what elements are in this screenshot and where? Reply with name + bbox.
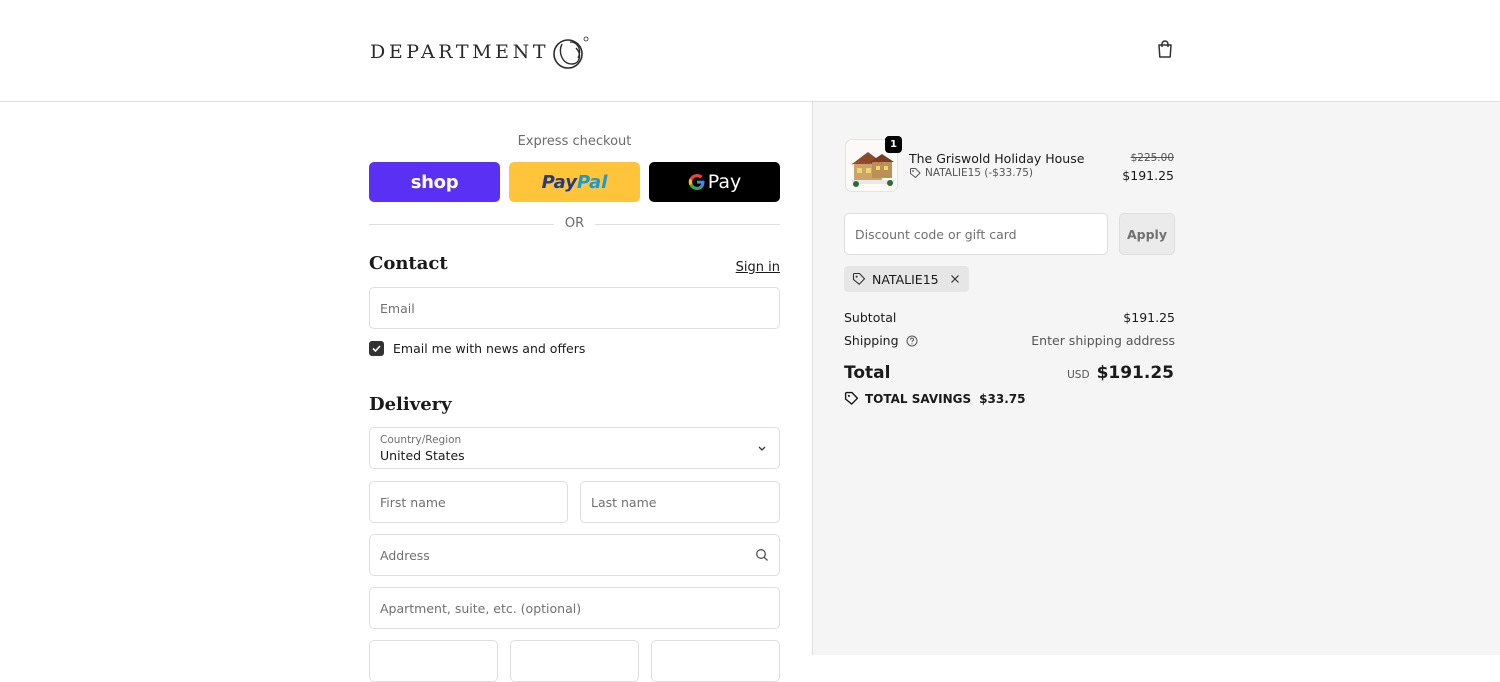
discount-code-field[interactable] (844, 213, 1108, 255)
quantity-badge: 1 (885, 136, 902, 153)
apartment-input[interactable] (370, 588, 779, 628)
discount-code-input[interactable] (845, 214, 1107, 254)
email-input[interactable] (370, 288, 779, 328)
order-summary: 1 The Griswold Holiday House NATALIE15 (… (812, 102, 1500, 655)
applied-code-label: NATALIE15 (872, 271, 939, 287)
search-icon (756, 549, 768, 561)
last-name-field[interactable] (580, 481, 780, 523)
contact-title: Contact (369, 253, 448, 274)
google-pay-button[interactable]: Pay (649, 162, 780, 202)
shipping-row: Shipping Enter shipping address (844, 333, 1175, 348)
total-currency: USD (1067, 369, 1090, 381)
product-name: The Griswold Holiday House (909, 151, 1085, 166)
first-name-input[interactable] (370, 482, 567, 522)
subtotal-value: $191.25 (1123, 310, 1175, 325)
subtotal-row: Subtotal $191.25 (844, 310, 1175, 325)
newsletter-checkbox[interactable] (369, 340, 384, 356)
newsletter-option[interactable]: Email me with news and offers (369, 340, 585, 356)
shipping-value: Enter shipping address (1031, 333, 1175, 348)
checkout-form: Express checkout shop PayPal Pay OR Cont… (0, 102, 812, 682)
shipping-label: Shipping (844, 333, 899, 348)
google-g-icon (688, 174, 705, 190)
savings-label: TOTAL SAVINGS (865, 391, 972, 406)
subtotal-label: Subtotal (844, 310, 897, 325)
country-select[interactable]: Country/Region United States (369, 427, 780, 469)
paypal-label: PayPal (541, 171, 608, 193)
country-label: Country/Region (380, 434, 462, 446)
savings-value: $33.75 (979, 391, 1026, 406)
address-field[interactable] (369, 534, 780, 576)
delivery-title: Delivery (369, 394, 452, 415)
logo-circles-icon (553, 36, 589, 69)
product-discount-label: NATALIE15 (-$33.75) (925, 167, 1034, 179)
apartment-field[interactable] (369, 587, 780, 629)
total-amount: $191.25 (1096, 363, 1174, 383)
product-discount: NATALIE15 (-$33.75) (909, 167, 1033, 179)
total-savings: TOTAL SAVINGS $33.75 (844, 391, 1025, 406)
close-icon[interactable] (949, 273, 961, 285)
apply-button[interactable]: Apply (1119, 213, 1175, 255)
google-pay-label: Pay (688, 171, 741, 193)
state-field[interactable] (510, 640, 639, 682)
last-name-input[interactable] (581, 482, 779, 522)
shop-pay-label: shop (410, 171, 459, 193)
final-price: $191.25 (1122, 168, 1174, 183)
shopping-bag-icon[interactable] (1154, 38, 1176, 60)
newsletter-label: Email me with news and offers (393, 340, 586, 356)
chevron-down-icon (758, 446, 766, 451)
header: DEPARTMENT (0, 0, 1500, 102)
email-field[interactable] (369, 287, 780, 329)
tag-icon (910, 168, 921, 179)
zip-field[interactable] (651, 640, 780, 682)
original-price: $225.00 (1130, 152, 1174, 164)
country-value: United States (380, 448, 465, 463)
brand-name: DEPARTMENT (370, 41, 550, 63)
tag-icon (852, 272, 866, 285)
sign-in-link[interactable]: Sign in (730, 260, 780, 275)
address-input[interactable] (370, 535, 779, 575)
brand-logo[interactable]: DEPARTMENT (370, 34, 590, 70)
total-label: Total (844, 363, 891, 383)
city-field[interactable] (369, 640, 498, 682)
help-icon[interactable] (906, 335, 918, 347)
paypal-button[interactable]: PayPal (509, 162, 640, 202)
first-name-field[interactable] (369, 481, 568, 523)
express-checkout-title: Express checkout (517, 134, 632, 149)
shop-pay-button[interactable]: shop (369, 162, 500, 202)
or-divider: OR (369, 216, 780, 232)
tag-icon (844, 391, 859, 406)
total-value-group: USD $191.25 (1067, 363, 1174, 383)
applied-code-chip: NATALIE15 (844, 266, 969, 292)
checkmark-icon (372, 344, 381, 352)
